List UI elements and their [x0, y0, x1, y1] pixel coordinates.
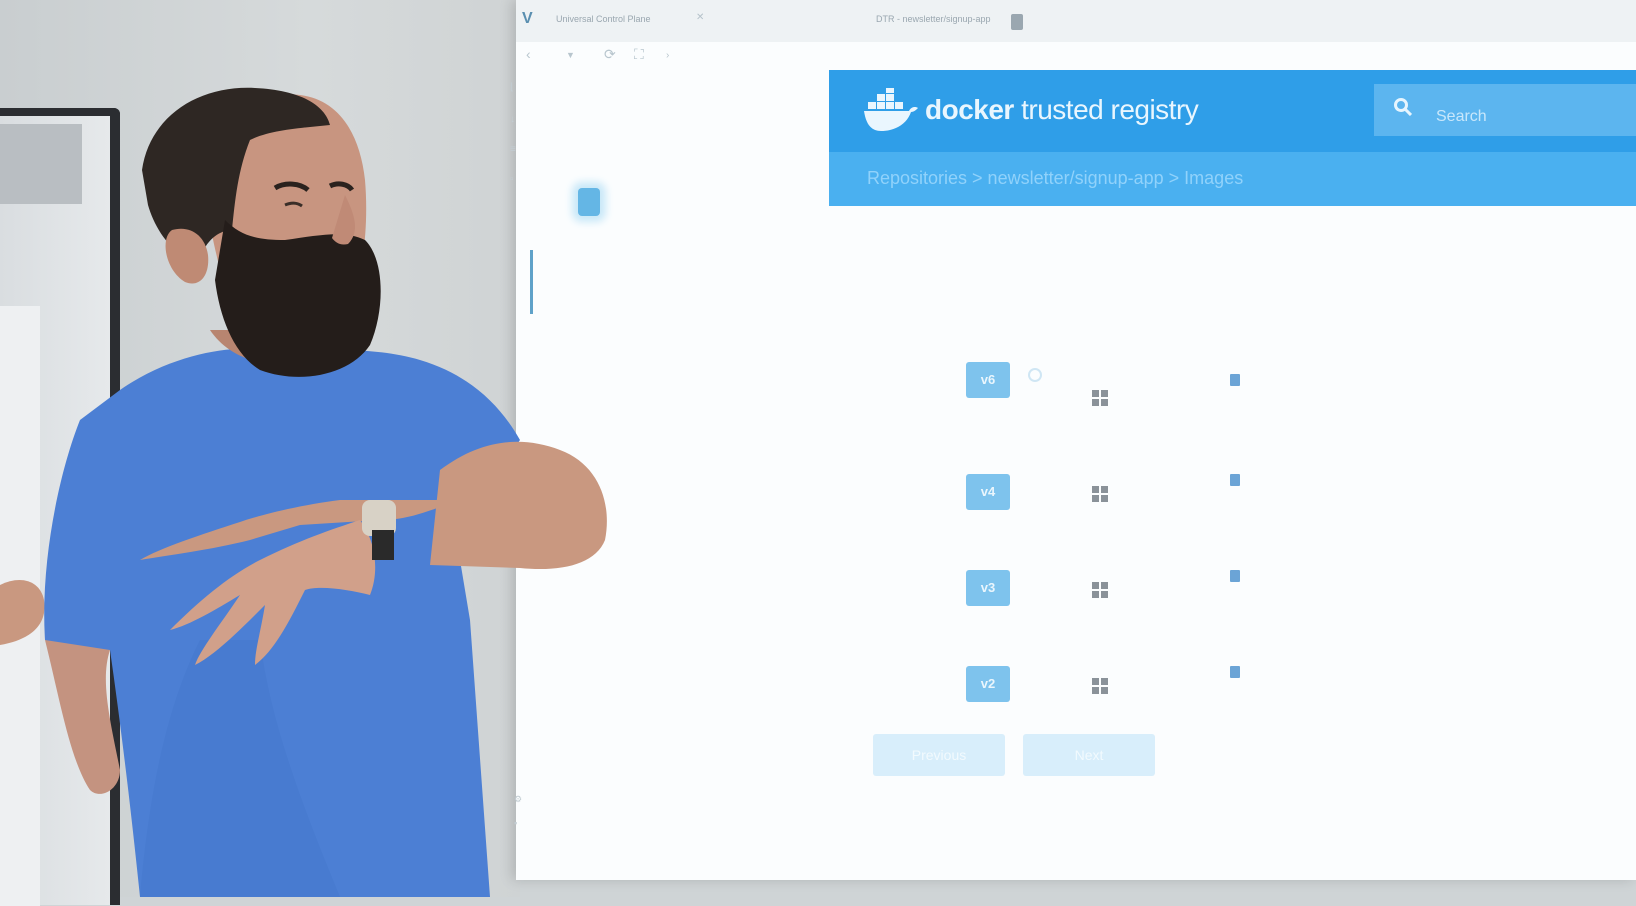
windows-os-icon — [1092, 390, 1108, 406]
fullscreen-icon[interactable]: ⛶ — [634, 46, 644, 63]
layers-icon — [1230, 374, 1240, 386]
image-row: v4 — [966, 474, 1366, 514]
projected-screen: V Universal Control Plane ✕ DTR - newsle… — [510, 0, 1636, 880]
layers-icon — [1230, 570, 1240, 582]
tab-close-icon[interactable]: ✕ — [696, 12, 704, 23]
presenter-photo — [0, 87, 607, 897]
loading-icon — [1028, 368, 1042, 382]
search-input[interactable]: Search — [1374, 84, 1636, 136]
browser-nav-bar: ‹ ▼ ⟳ ⛶ › — [516, 42, 1636, 70]
tag-badge[interactable]: v3 — [966, 570, 1010, 606]
brand-name: docker trusted registry — [925, 94, 1199, 125]
windows-os-icon — [1092, 582, 1108, 598]
tag-badge[interactable]: v4 — [966, 474, 1010, 510]
tab-dtr[interactable]: DTR - newsletter/signup-app — [876, 14, 991, 24]
tag-badge[interactable]: v6 — [966, 362, 1010, 398]
search-placeholder: Search — [1436, 108, 1487, 125]
docker-whale-icon — [864, 88, 918, 131]
trash-icon[interactable] — [1011, 14, 1023, 30]
tag-badge[interactable]: v2 — [966, 666, 1010, 702]
image-row: v2 — [966, 666, 1366, 706]
breadcrumb: Repositories > newsletter/signup-app > I… — [829, 152, 1636, 206]
image-row: v3 — [966, 570, 1366, 610]
dtr-topbar: docker trusted registry Search — [829, 70, 1636, 152]
dtr-header: docker trusted registry Search Repositor… — [829, 70, 1636, 206]
windows-os-icon — [1092, 486, 1108, 502]
breadcrumb-text[interactable]: Repositories > newsletter/signup-app > I… — [867, 168, 1243, 189]
browser-tab-bar: V Universal Control Plane ✕ DTR - newsle… — [516, 0, 1636, 42]
layers-icon — [1230, 666, 1240, 678]
image-row: v6 — [966, 362, 1366, 406]
layers-icon — [1230, 474, 1240, 486]
previous-button[interactable]: Previous — [873, 734, 1005, 776]
windows-os-icon — [1092, 678, 1108, 694]
search-icon — [1394, 98, 1412, 116]
next-button[interactable]: Next — [1023, 734, 1155, 776]
forward-icon[interactable]: › — [666, 50, 669, 61]
